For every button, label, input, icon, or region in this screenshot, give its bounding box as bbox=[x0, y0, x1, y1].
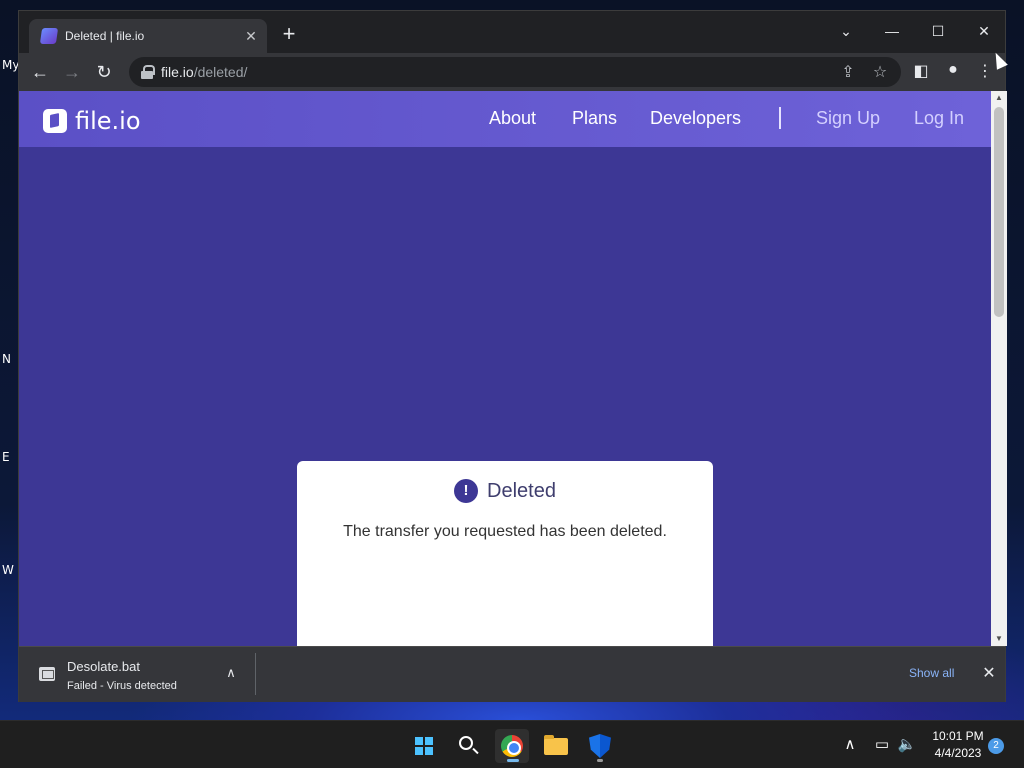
nav-developers[interactable]: Developers bbox=[650, 108, 741, 129]
close-download-shelf-icon[interactable]: ✕ bbox=[979, 663, 999, 683]
forward-arrow-icon[interactable]: → bbox=[59, 60, 85, 84]
show-all-link[interactable]: Show all bbox=[909, 666, 954, 680]
browser-toolbar: ← → ↻ file.io /deleted/ ⇪ ☆ ◧ ● ⋮ bbox=[19, 53, 1005, 91]
file-explorer-icon bbox=[544, 735, 568, 755]
alert-icon: ! bbox=[454, 479, 479, 503]
running-indicator bbox=[597, 759, 603, 762]
clock-date[interactable]: 4/4/2023 bbox=[930, 746, 986, 760]
share-icon[interactable]: ⇪ bbox=[837, 62, 859, 82]
tab-title: Deleted | file.io bbox=[65, 29, 145, 43]
deleted-card: ! Deleted The transfer you requested has… bbox=[297, 461, 713, 646]
chrome-taskbar-button[interactable] bbox=[495, 729, 529, 763]
scroll-thumb[interactable] bbox=[994, 107, 1004, 317]
url-host: file.io bbox=[161, 64, 194, 80]
download-separator bbox=[255, 653, 256, 695]
chrome-icon bbox=[501, 735, 523, 757]
download-shelf: Desolate.bat Failed - Virus detected ∧ S… bbox=[19, 646, 1005, 702]
windows-logo-icon bbox=[415, 737, 433, 755]
volume-icon[interactable]: 🔈 bbox=[897, 735, 917, 753]
nav-divider bbox=[779, 107, 781, 129]
desktop-icon-label[interactable]: My bbox=[2, 58, 19, 72]
reload-icon[interactable]: ↻ bbox=[91, 60, 117, 84]
nav-log-in[interactable]: Log In bbox=[914, 108, 964, 129]
new-tab-button[interactable]: + bbox=[277, 23, 301, 47]
lock-icon[interactable] bbox=[141, 65, 155, 79]
desktop-icon-label[interactable]: E bbox=[2, 450, 10, 464]
file-explorer-button[interactable] bbox=[539, 729, 573, 763]
desktop-icon-label[interactable]: N bbox=[2, 352, 11, 366]
search-button[interactable] bbox=[451, 729, 485, 763]
url-path: /deleted/ bbox=[193, 64, 248, 80]
back-arrow-icon[interactable]: ← bbox=[27, 60, 53, 84]
scroll-down-icon[interactable]: ▼ bbox=[991, 632, 1007, 646]
nav-about[interactable]: About bbox=[489, 108, 536, 129]
scroll-up-icon[interactable]: ▲ bbox=[991, 91, 1007, 105]
card-title: Deleted bbox=[487, 479, 556, 502]
clock-time[interactable]: 10:01 PM bbox=[930, 729, 986, 743]
browser-window: Deleted | file.io ✕ + ⌄ — ☐ ✕ ← → ↻ file… bbox=[18, 10, 1007, 702]
download-file-name[interactable]: Desolate.bat bbox=[67, 659, 140, 674]
tab-strip: Deleted | file.io ✕ + ⌄ — ☐ ✕ bbox=[19, 11, 1005, 53]
page-scrollbar[interactable]: ▲ ▼ bbox=[991, 91, 1007, 646]
tray-overflow-icon[interactable]: ∧ bbox=[840, 735, 860, 753]
address-bar[interactable]: file.io /deleted/ ⇪ ☆ bbox=[129, 57, 901, 87]
network-icon[interactable]: ▭ bbox=[872, 735, 892, 753]
logo-text: file.io bbox=[75, 107, 141, 135]
file-icon bbox=[39, 667, 55, 681]
fileio-favicon-icon bbox=[39, 28, 59, 44]
star-icon[interactable]: ☆ bbox=[869, 62, 891, 82]
fileio-logo-icon bbox=[43, 109, 67, 133]
notification-badge[interactable]: 2 bbox=[988, 738, 1004, 754]
side-panel-icon[interactable]: ◧ bbox=[909, 61, 933, 81]
site-header: file.io About Plans Developers Sign Up L… bbox=[19, 91, 991, 147]
tab-close-icon[interactable]: ✕ bbox=[239, 28, 263, 45]
chevron-up-icon[interactable]: ∧ bbox=[223, 665, 239, 681]
minimize-button[interactable]: — bbox=[869, 17, 915, 45]
download-status: Failed - Virus detected bbox=[67, 680, 177, 692]
nav-plans[interactable]: Plans bbox=[572, 108, 617, 129]
security-button[interactable] bbox=[583, 729, 617, 763]
start-button[interactable] bbox=[407, 729, 441, 763]
taskbar: ∧ ▭ 🔈 10:01 PM 4/4/2023 2 bbox=[0, 720, 1024, 768]
card-header: ! Deleted bbox=[297, 479, 713, 503]
close-window-button[interactable]: ✕ bbox=[961, 17, 1007, 45]
profile-icon[interactable]: ● bbox=[941, 61, 965, 79]
search-icon bbox=[459, 736, 473, 750]
page-viewport: file.io About Plans Developers Sign Up L… bbox=[19, 91, 991, 646]
tab-search-button[interactable]: ⌄ bbox=[823, 17, 869, 45]
desktop-icon-label[interactable]: W bbox=[2, 563, 14, 577]
active-indicator bbox=[507, 759, 519, 762]
fileio-logo[interactable]: file.io bbox=[43, 107, 141, 135]
card-message: The transfer you requested has been dele… bbox=[343, 523, 667, 540]
maximize-button[interactable]: ☐ bbox=[915, 17, 961, 45]
security-icon bbox=[589, 734, 611, 758]
nav-sign-up[interactable]: Sign Up bbox=[816, 108, 880, 129]
tab-deleted-fileio[interactable]: Deleted | file.io ✕ bbox=[29, 19, 267, 53]
